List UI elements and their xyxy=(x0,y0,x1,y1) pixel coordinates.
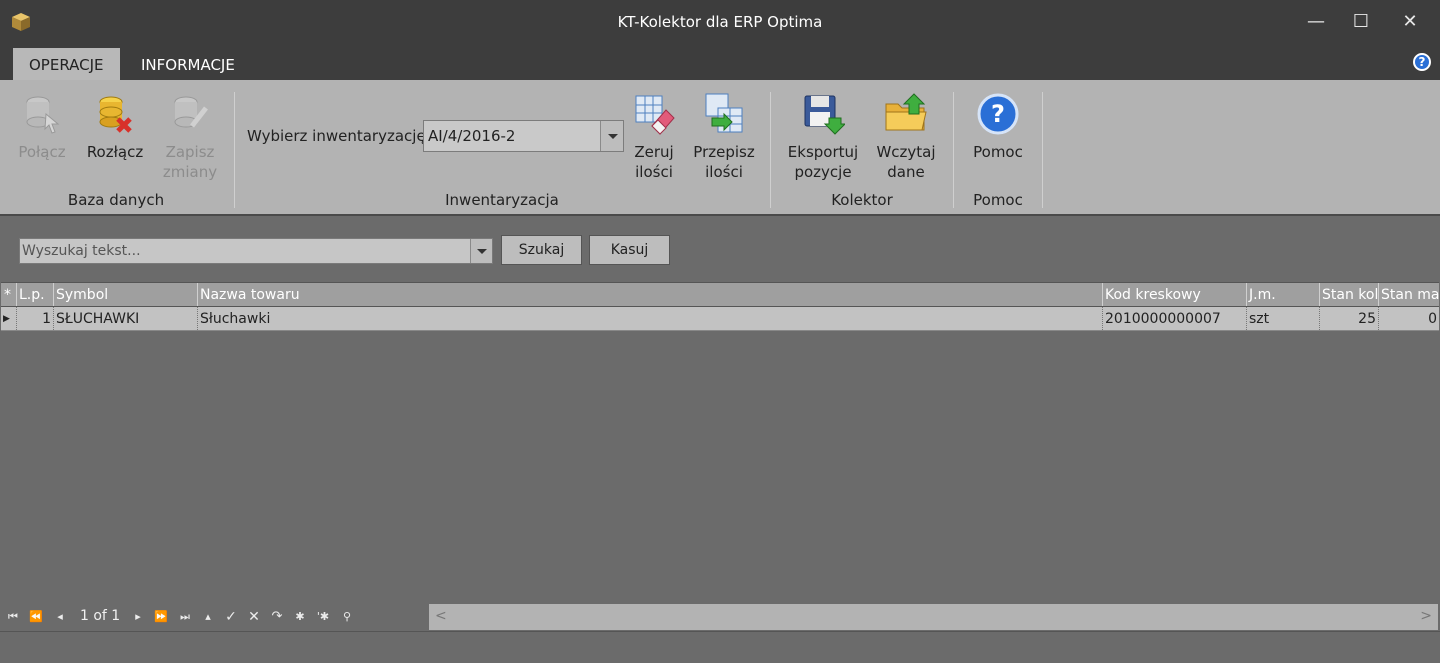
scroll-left-icon[interactable]: < xyxy=(435,608,447,624)
column-header-kod[interactable]: Kod kreskowy xyxy=(1103,283,1247,306)
tab-informacje[interactable]: INFORMACJE xyxy=(125,48,251,80)
help-icon[interactable]: ? xyxy=(1413,53,1431,71)
folder-import-icon xyxy=(885,93,927,131)
column-header-jm[interactable]: J.m. xyxy=(1247,283,1320,306)
column-header-nazwa[interactable]: Nazwa towaru xyxy=(198,283,1103,306)
horizontal-scrollbar[interactable]: < > xyxy=(429,604,1438,630)
clear-button[interactable]: Kasuj xyxy=(589,235,670,265)
copy-grid-icon xyxy=(705,93,743,133)
polacz-button[interactable]: Połącz xyxy=(14,92,70,162)
window-title: KT-Kolektor dla ERP Optima xyxy=(617,13,823,31)
next-page-icon[interactable]: ⏩ xyxy=(152,609,170,625)
przepisz-ilosci-button[interactable]: Przepisz ilości xyxy=(692,92,756,182)
ribbon-separator xyxy=(770,92,771,208)
tab-operacje[interactable]: OPERACJE xyxy=(13,48,120,80)
chevron-down-icon[interactable] xyxy=(470,239,492,263)
database-save-icon xyxy=(174,96,208,128)
append-icon[interactable]: ▴ xyxy=(199,609,217,625)
cell-nazwa[interactable]: Słuchawki xyxy=(198,307,1103,330)
search-button[interactable]: Szukaj xyxy=(501,235,582,265)
pomoc-label: Pomoc xyxy=(973,143,1023,161)
prev-record-icon[interactable]: ◂ xyxy=(51,609,69,625)
zeruj-ilosci-button[interactable]: Zeruj ilości xyxy=(628,92,680,182)
minimize-button[interactable]: — xyxy=(1296,8,1336,36)
check-icon[interactable]: ✓ xyxy=(222,609,240,625)
inventory-select-value: AI/4/2016-2 xyxy=(428,127,516,145)
ribbon: Połącz Rozłącz Zapisz zmiany Baza danych… xyxy=(0,80,1440,216)
wczytaj-label-2: dane xyxy=(887,163,925,181)
delete-icon[interactable]: ✕ xyxy=(245,609,263,625)
filter-icon[interactable]: ⚲ xyxy=(338,609,356,625)
status-bar xyxy=(0,631,1440,663)
table-row[interactable]: ▶ 1 SŁUCHAWKI Słuchawki 2010000000007 sz… xyxy=(1,307,1439,331)
grid-navigator: ⏮ ⏪ ◂ 1 of 1 ▸ ⏩ ⏭ ▴ ✓ ✕ ↷ ✱ '✱ ⚲ xyxy=(0,604,430,630)
zeruj-label-2: ilości xyxy=(635,163,673,181)
zeruj-label-1: Zeruj xyxy=(634,143,674,161)
column-header-new[interactable]: * xyxy=(1,283,17,306)
floppy-export-icon xyxy=(804,95,845,135)
zapisz-zmiany-button[interactable]: Zapisz zmiany xyxy=(160,92,220,182)
cell-jm[interactable]: szt xyxy=(1247,307,1320,330)
group-label-kolektor: Kolektor xyxy=(831,191,893,209)
edit-record-icon[interactable]: '✱ xyxy=(314,609,332,625)
rozlacz-button[interactable]: Rozłącz xyxy=(86,92,144,162)
group-label-baza: Baza danych xyxy=(67,191,165,209)
page-indicator: 1 of 1 xyxy=(80,608,121,624)
zapisz-label-1: Zapisz xyxy=(165,143,215,161)
cell-symbol[interactable]: SŁUCHAWKI xyxy=(54,307,198,330)
refresh-icon[interactable]: ↷ xyxy=(268,609,286,625)
ribbon-separator xyxy=(234,92,235,208)
inventory-label: Wybierz inwentaryzację xyxy=(247,127,426,145)
column-header-stan-kol[interactable]: Stan kol xyxy=(1320,283,1379,306)
search-box xyxy=(19,238,493,264)
ribbon-tabbar: OPERACJE INFORMACJE ? xyxy=(0,46,1440,80)
eraser-grid-icon xyxy=(635,95,675,135)
title-bar: KT-Kolektor dla ERP Optima — ☐ ✕ xyxy=(0,0,1440,46)
scroll-right-icon[interactable]: > xyxy=(1420,608,1432,624)
ribbon-separator xyxy=(1042,92,1043,208)
zapisz-label-2: zmiany xyxy=(162,163,218,181)
column-header-stan-mag[interactable]: Stan ma xyxy=(1379,283,1439,306)
maximize-button[interactable]: ☐ xyxy=(1341,8,1381,36)
wczytaj-label-1: Wczytaj xyxy=(876,143,936,161)
ribbon-separator xyxy=(953,92,954,208)
eksport-label-1: Eksportuj xyxy=(787,143,859,161)
cell-stan-mag[interactable]: 0 xyxy=(1379,307,1439,330)
cell-lp[interactable]: 1 xyxy=(17,307,54,330)
przepisz-label-1: Przepisz xyxy=(693,143,755,161)
eksportuj-pozycje-button[interactable]: Eksportuj pozycje xyxy=(786,92,860,182)
svg-text:?: ? xyxy=(991,100,1005,128)
cell-kod[interactable]: 2010000000007 xyxy=(1103,307,1247,330)
close-button[interactable]: ✕ xyxy=(1390,8,1430,36)
cell-stan-kol[interactable]: 25 xyxy=(1320,307,1379,330)
inventory-select[interactable]: AI/4/2016-2 xyxy=(423,120,624,152)
app-window: KT-Kolektor dla ERP Optima — ☐ ✕ OPERACJ… xyxy=(0,0,1440,663)
eksport-label-2: pozycje xyxy=(794,163,852,181)
column-header-lp[interactable]: L.p. xyxy=(17,283,54,306)
prev-page-icon[interactable]: ⏪ xyxy=(27,609,45,625)
first-page-icon[interactable]: ⏮ xyxy=(4,609,22,625)
column-header-symbol[interactable]: Symbol xyxy=(54,283,198,306)
help-icon: ? xyxy=(977,93,1019,135)
rozlacz-label: Rozłącz xyxy=(86,143,144,161)
new-record-icon[interactable]: ✱ xyxy=(291,609,309,625)
przepisz-label-2: ilości xyxy=(705,163,743,181)
wczytaj-dane-button[interactable]: Wczytaj dane xyxy=(874,92,938,182)
database-connect-icon xyxy=(26,96,60,134)
pomoc-button[interactable]: ? Pomoc xyxy=(968,92,1028,162)
group-label-inwentaryzacja: Inwentaryzacja xyxy=(445,191,559,209)
chevron-down-icon[interactable] xyxy=(600,121,623,151)
polacz-label: Połącz xyxy=(18,143,66,161)
row-indicator-icon: ▶ xyxy=(1,307,17,330)
last-page-icon[interactable]: ⏭ xyxy=(176,609,194,625)
next-record-icon[interactable]: ▸ xyxy=(129,609,147,625)
grid-header: * L.p. Symbol Nazwa towaru Kod kreskowy … xyxy=(1,282,1439,307)
search-input[interactable] xyxy=(20,239,470,263)
group-label-pomoc: Pomoc xyxy=(973,191,1023,209)
database-disconnect-icon xyxy=(99,96,132,133)
